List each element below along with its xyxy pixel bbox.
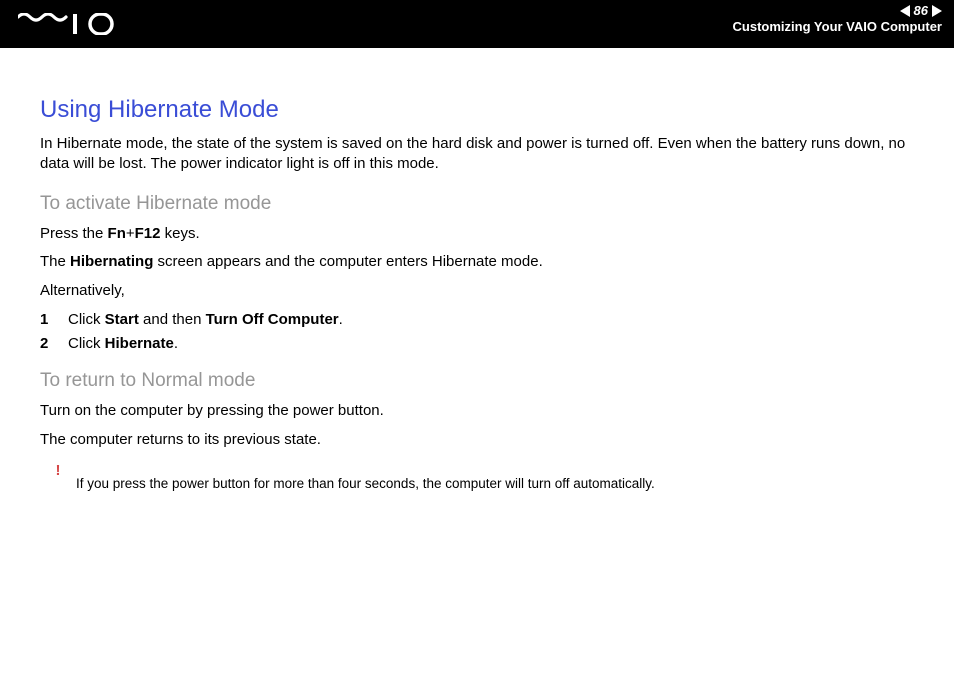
warning-text: If you press the power button for more t… xyxy=(76,461,655,493)
text: + xyxy=(126,225,135,242)
text: screen appears and the computer enters H… xyxy=(153,253,542,270)
return-line-1: Turn on the computer by pressing the pow… xyxy=(40,400,914,423)
section-title: Customizing Your VAIO Computer xyxy=(733,19,942,34)
page-number: 86 xyxy=(914,4,928,17)
alternatively-line: Alternatively, xyxy=(40,280,914,303)
start-word: Start xyxy=(105,311,139,328)
text: keys. xyxy=(160,225,199,242)
vaio-logo xyxy=(18,13,128,35)
step-number: 1 xyxy=(40,308,68,332)
step-text: Click Hibernate. xyxy=(68,332,178,356)
page-content: Using Hibernate Mode In Hibernate mode, … xyxy=(0,48,954,493)
prev-page-icon[interactable] xyxy=(900,5,910,17)
page-navigator: 86 xyxy=(733,4,942,17)
step-number: 2 xyxy=(40,332,68,356)
press-keys-line: Press the Fn+F12 keys. xyxy=(40,223,914,246)
turnoff-word: Turn Off Computer xyxy=(206,311,339,328)
page-title: Using Hibernate Mode xyxy=(40,96,914,124)
next-page-icon[interactable] xyxy=(932,5,942,17)
activate-heading: To activate Hibernate mode xyxy=(40,193,914,215)
text: and then xyxy=(139,311,206,328)
return-heading: To return to Normal mode xyxy=(40,370,914,392)
step-2: 2 Click Hibernate. xyxy=(40,332,914,356)
header-right: 86 Customizing Your VAIO Computer xyxy=(733,4,942,34)
key-f12: F12 xyxy=(135,225,161,242)
warning-note: ! If you press the power button for more… xyxy=(40,461,914,493)
hibernate-word: Hibernate xyxy=(105,335,174,352)
intro-paragraph: In Hibernate mode, the state of the syst… xyxy=(40,134,914,175)
warning-icon: ! xyxy=(40,461,76,493)
steps-list: 1 Click Start and then Turn Off Computer… xyxy=(40,308,914,356)
step-1: 1 Click Start and then Turn Off Computer… xyxy=(40,308,914,332)
step-text: Click Start and then Turn Off Computer. xyxy=(68,308,343,332)
text: The xyxy=(40,253,70,270)
text: Click xyxy=(68,335,105,352)
return-line-2: The computer returns to its previous sta… xyxy=(40,429,914,452)
text: Press the xyxy=(40,225,108,242)
text: Click xyxy=(68,311,105,328)
header-bar: 86 Customizing Your VAIO Computer xyxy=(0,0,954,48)
hibernating-line: The Hibernating screen appears and the c… xyxy=(40,251,914,274)
key-fn: Fn xyxy=(108,225,126,242)
text: . xyxy=(174,335,178,352)
text: . xyxy=(339,311,343,328)
hibernating-word: Hibernating xyxy=(70,253,153,270)
